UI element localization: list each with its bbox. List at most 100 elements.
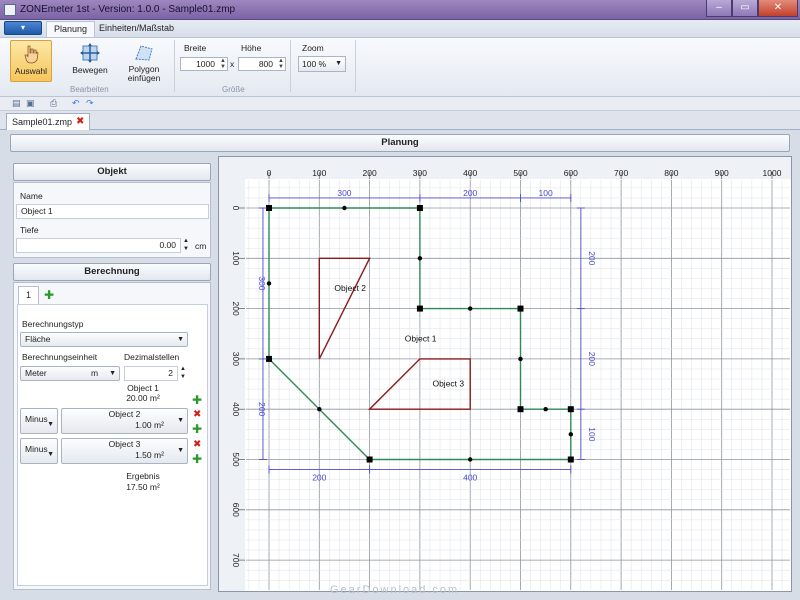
ribbon — [0, 37, 800, 97]
hoehe-label: Höhe — [241, 43, 262, 53]
document-tab-strip — [0, 111, 800, 130]
tiefe-unit: cm — [195, 241, 207, 251]
tab-planung[interactable]: Planung — [46, 21, 96, 37]
row-2-name: Object 2 — [108, 409, 141, 419]
application-menu-button[interactable]: ▾ — [4, 21, 42, 35]
auswahl-button[interactable]: Auswahl — [10, 40, 52, 82]
zoom-select[interactable]: 100 % ▼ — [298, 56, 346, 72]
ruler-vertical — [219, 179, 245, 591]
row-1-value: 20.00 m² — [110, 393, 176, 403]
row-3-object-select[interactable]: Object 3 1.50 m² ▼ — [61, 438, 188, 464]
document-tab-label: Sample01.zmp — [12, 117, 73, 127]
move-arrows-icon — [80, 43, 100, 63]
row-1-name: Object 1 — [127, 383, 159, 393]
ribbon-separator — [355, 40, 356, 92]
objekt-header: Objekt — [13, 163, 211, 181]
hoehe-spinner[interactable]: 800 ▲ ▼ — [238, 57, 286, 71]
polygon-einfuegen-label: Polygon einfügen — [127, 64, 161, 83]
berechnung-header: Berechnung — [13, 263, 211, 281]
row-3-value-number: 1.50 — [135, 450, 152, 460]
ergebnis-value: 17.50 m² — [110, 482, 176, 492]
ribbon-separator — [174, 40, 175, 92]
watermark: GearDownload.com — [330, 584, 460, 596]
ribbon-separator — [290, 40, 291, 92]
ergebnis-label: Ergebnis — [126, 471, 160, 481]
polygon-einfuegen-button[interactable]: Polygon einfügen — [124, 40, 164, 83]
dezimalstellen-input[interactable]: 2 — [124, 366, 178, 381]
row-2-operator: Minus — [25, 414, 48, 424]
close-button[interactable]: ✕ — [758, 0, 798, 17]
print-icon[interactable]: ⎙ — [50, 98, 60, 108]
polygon-icon — [135, 45, 153, 61]
minimize-button[interactable]: – — [706, 0, 732, 17]
save-icon[interactable]: ▣ — [26, 98, 36, 108]
berechnungstyp-label: Berechnungstyp — [22, 319, 84, 329]
redo-icon[interactable]: ↷ — [86, 98, 96, 108]
planung-header: Planung — [10, 134, 790, 152]
chevron-down-icon: ▼ — [177, 417, 184, 424]
add-row-icon[interactable]: ✚ — [192, 423, 202, 435]
bearbeiten-group-label: Bearbeiten — [70, 85, 109, 94]
open-icon[interactable]: ▤ — [12, 98, 22, 108]
hoehe-value: 800 — [258, 59, 273, 69]
berechnungstyp-select[interactable]: Fläche ▼ — [20, 332, 188, 347]
breite-spinner[interactable]: 1000 ▲ ▼ — [180, 57, 228, 71]
add-tab-icon[interactable]: ✚ — [44, 289, 54, 301]
berechnungstyp-value: Fläche — [25, 334, 51, 344]
berechnungseinheit-label: Berechnungseinheit — [22, 352, 98, 362]
row-2-operator-select[interactable]: Minus ▼ — [20, 408, 58, 434]
remove-row-icon[interactable]: ✖ — [193, 440, 201, 450]
berechnungseinheit-value: Meter — [25, 368, 47, 378]
bewegen-button[interactable]: Bewegen — [68, 40, 112, 82]
hand-pointer-icon — [24, 45, 39, 64]
chevron-down-icon: ▼ — [47, 451, 54, 458]
quick-access-toolbar — [0, 97, 800, 111]
maximize-button[interactable]: ▭ — [732, 0, 758, 17]
breite-value: 1000 — [196, 59, 215, 69]
dezimalstellen-label: Dezimalstellen — [124, 352, 180, 362]
spinner-arrows-icon[interactable]: ▲ ▼ — [180, 365, 186, 381]
row-3-value-unit: m² — [154, 450, 164, 460]
row-2-object-select[interactable]: Object 2 1.00 m² ▼ — [61, 408, 188, 434]
window-title: ZONEmeter 1st - Version: 1.0.0 - Sample0… — [20, 4, 236, 15]
berechnungseinheit-unit: m — [91, 368, 99, 378]
spinner-arrows-icon[interactable]: ▲ ▼ — [278, 58, 284, 70]
row-1-value-number: 20.00 — [126, 393, 148, 403]
row-3-value: 1.50 m² — [85, 450, 164, 460]
chevron-down-icon: ▼ — [109, 370, 116, 377]
row-2-value: 1.00 m² — [85, 420, 164, 430]
undo-icon[interactable]: ↶ — [72, 98, 82, 108]
name-input[interactable]: Object 1 — [16, 204, 209, 219]
row-1-value-unit: m² — [149, 393, 160, 403]
chevron-down-icon: ▼ — [177, 447, 184, 454]
drawing-canvas[interactable] — [218, 156, 792, 592]
ergebnis-unit: m² — [149, 482, 160, 492]
row-2-value-unit: m² — [154, 420, 164, 430]
zoom-label: Zoom — [302, 43, 324, 53]
chevron-down-icon: ▼ — [47, 421, 54, 428]
row-3-operator: Minus — [25, 444, 48, 454]
ruler-horizontal — [219, 157, 791, 179]
zoom-value: 100 % — [302, 59, 327, 69]
row-3-name: Object 3 — [108, 439, 141, 449]
app-icon — [4, 4, 16, 16]
row-3-operator-select[interactable]: Minus ▼ — [20, 438, 58, 464]
tiefe-label: Tiefe — [20, 225, 39, 235]
spinner-arrows-icon[interactable]: ▲ ▼ — [220, 58, 226, 70]
row-2-value-number: 1.00 — [135, 420, 152, 430]
ergebnis-number: 17.50 — [126, 482, 148, 492]
berechnungseinheit-select[interactable]: Meter m ▼ — [20, 366, 120, 381]
breite-label: Breite — [184, 43, 207, 53]
auswahl-label: Auswahl — [14, 66, 48, 76]
tab-einheiten-massstab[interactable]: Einheiten/Maßstab — [92, 21, 181, 37]
berechnung-tab-1[interactable]: 1 — [18, 286, 39, 304]
tiefe-input[interactable]: 0.00 — [16, 238, 181, 253]
close-tab-icon[interactable]: ✖ — [76, 116, 84, 127]
title-bar: ZONEmeter 1st - Version: 1.0.0 - Sample0… — [0, 0, 800, 20]
bewegen-label: Bewegen — [72, 65, 108, 75]
remove-row-icon[interactable]: ✖ — [193, 410, 201, 420]
chevron-down-icon: ▼ — [335, 60, 342, 67]
add-row-icon[interactable]: ✚ — [192, 453, 202, 465]
spinner-arrows-icon[interactable]: ▲ ▼ — [183, 237, 189, 253]
add-row-icon[interactable]: ✚ — [192, 394, 202, 406]
